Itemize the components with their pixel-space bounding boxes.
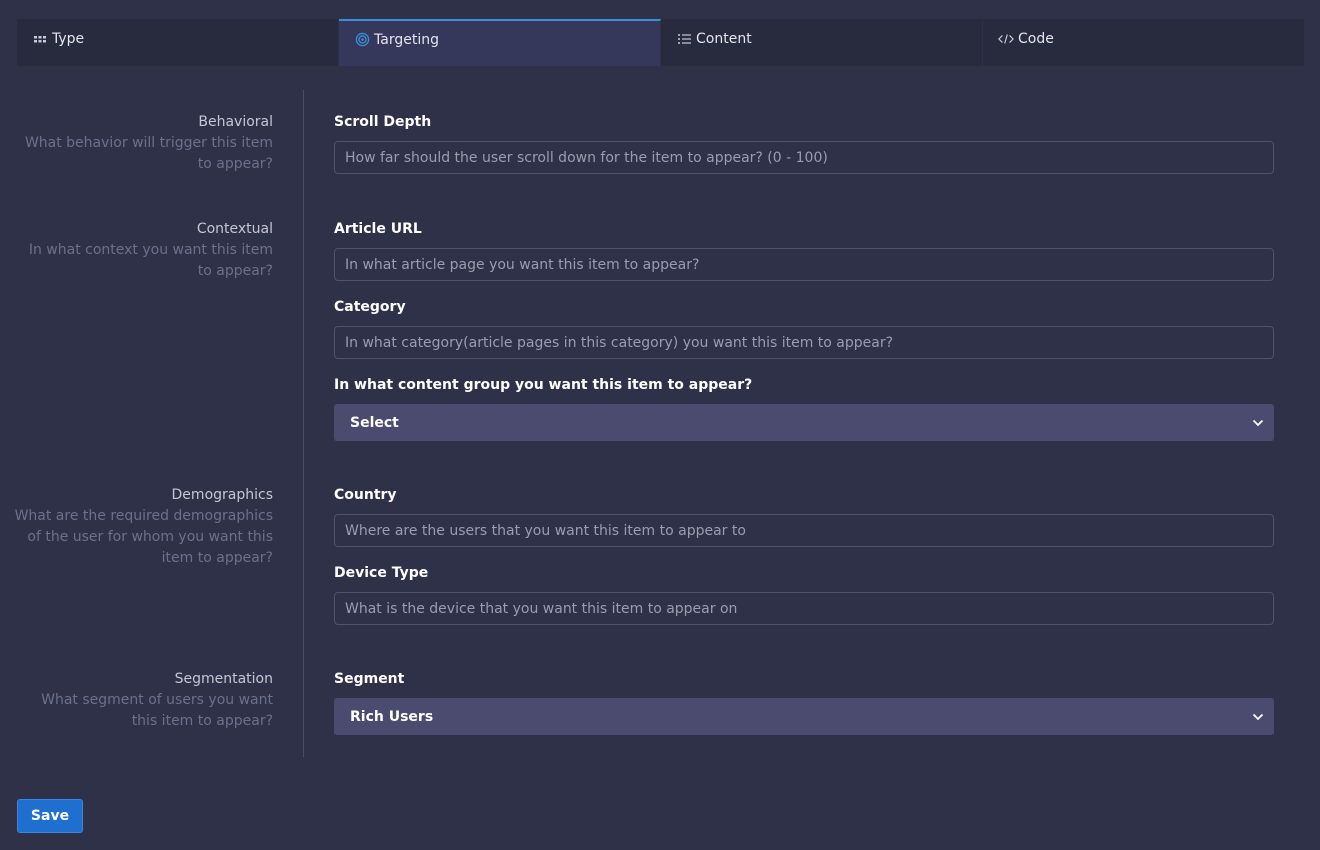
section-description: What behavior will trigger this item to … (24, 135, 273, 172)
select-value: Select (350, 414, 399, 431)
grid-dots-icon (32, 31, 48, 47)
chevron-down-icon (1252, 417, 1264, 429)
device-type-label: Device Type (334, 565, 429, 581)
section-description: What are the required demographics of th… (14, 508, 273, 566)
section-divider (303, 90, 304, 757)
section-title: Segmentation (174, 671, 273, 687)
section-title: Demographics (171, 487, 273, 503)
tab-code[interactable]: Code (983, 19, 1304, 66)
category-input[interactable] (334, 326, 1274, 359)
tab-type[interactable]: Type (17, 19, 339, 66)
tab-label: Code (1018, 30, 1054, 47)
contextual-section-label: Contextual In what context you want this… (13, 219, 273, 282)
device-type-input[interactable] (334, 592, 1274, 625)
tab-label: Targeting (374, 31, 439, 48)
section-title: Behavioral (198, 114, 273, 130)
demographics-section-label: Demographics What are the required demog… (13, 485, 273, 569)
tab-targeting[interactable]: Targeting (339, 19, 661, 66)
code-icon (998, 31, 1014, 47)
segment-select[interactable]: Rich Users (334, 698, 1274, 735)
article-url-input[interactable] (334, 248, 1274, 281)
country-label: Country (334, 487, 397, 503)
article-url-label: Article URL (334, 221, 422, 237)
list-icon (676, 31, 692, 47)
country-input[interactable] (334, 514, 1274, 547)
section-description: What segment of users you want this item… (41, 692, 273, 729)
segmentation-section-label: Segmentation What segment of users you w… (13, 669, 273, 732)
tab-label: Type (52, 30, 85, 47)
chevron-down-icon (1252, 711, 1264, 723)
tab-bar: Type Targeting Content Code (17, 19, 1304, 66)
content-group-label: In what content group you want this item… (334, 377, 753, 393)
category-label: Category (334, 299, 406, 315)
segment-label: Segment (334, 671, 405, 687)
section-title: Contextual (196, 221, 273, 237)
behavioral-section-label: Behavioral What behavior will trigger th… (13, 112, 273, 175)
content-group-select[interactable]: Select (334, 404, 1274, 441)
target-icon (354, 32, 370, 48)
section-description: In what context you want this item to ap… (28, 242, 273, 279)
tab-content[interactable]: Content (661, 19, 983, 66)
scroll-depth-input[interactable] (334, 141, 1274, 174)
tab-label: Content (696, 30, 752, 47)
select-value: Rich Users (350, 708, 434, 725)
save-button[interactable]: Save (17, 799, 83, 833)
scroll-depth-label: Scroll Depth (334, 114, 432, 130)
